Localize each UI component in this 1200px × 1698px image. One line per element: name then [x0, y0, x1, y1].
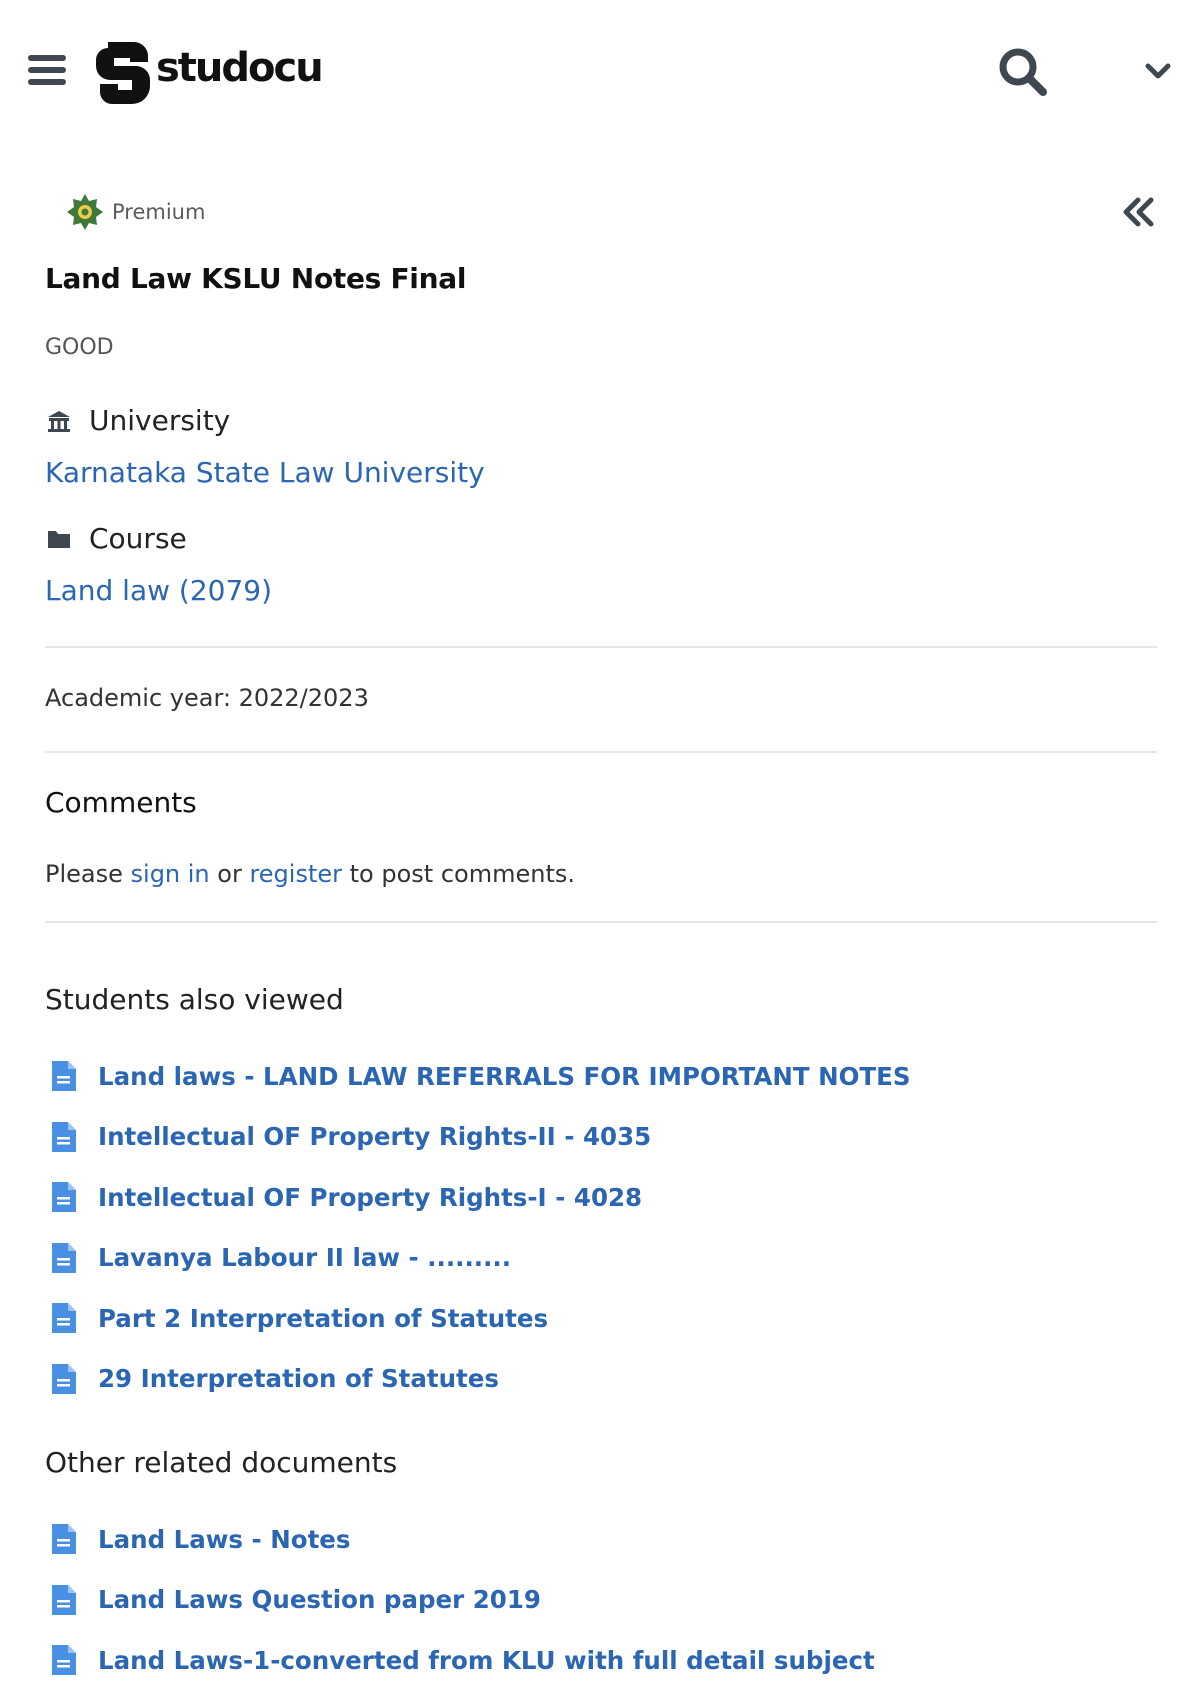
- comments-suffix: to post comments.: [342, 860, 575, 888]
- document-icon: [52, 1645, 76, 1676]
- chevron-down-icon[interactable]: [1140, 56, 1176, 86]
- studocu-logo[interactable]: studocu: [92, 38, 324, 104]
- studocu-logo-icon: [96, 42, 150, 104]
- folder-icon: [48, 530, 70, 548]
- other-related-documents-heading: Other related documents: [45, 1446, 398, 1479]
- document-description: GOOD: [45, 335, 114, 360]
- premium-star-icon: [67, 194, 103, 230]
- document-icon: [52, 1061, 76, 1092]
- divider: [45, 921, 1157, 923]
- document-link[interactable]: Intellectual OF Property Rights-II - 403…: [98, 1122, 651, 1151]
- university-icon: [48, 410, 70, 432]
- divider: [45, 646, 1157, 648]
- list-item[interactable]: 29 Interpretation of Statutes: [50, 1349, 1150, 1410]
- university-link[interactable]: Karnataka State Law University: [45, 456, 485, 489]
- course-row: Course: [45, 522, 187, 555]
- students-also-viewed-list: Land laws - LAND LAW REFERRALS FOR IMPOR…: [50, 1046, 1150, 1409]
- list-item[interactable]: Intellectual OF Property Rights-II - 403…: [50, 1107, 1150, 1168]
- sign-in-link[interactable]: sign in: [131, 860, 210, 888]
- students-also-viewed-heading: Students also viewed: [45, 983, 344, 1016]
- document-icon: [52, 1182, 76, 1213]
- document-icon: [52, 1303, 76, 1334]
- academic-year: Academic year: 2022/2023: [45, 684, 369, 712]
- university-label: University: [89, 404, 231, 437]
- list-item[interactable]: Land Laws Question paper 2019: [50, 1570, 1150, 1631]
- list-item[interactable]: Intellectual OF Property Rights-I - 4028: [50, 1167, 1150, 1228]
- list-item[interactable]: Land Laws - Notes: [50, 1509, 1150, 1570]
- document-icon: [52, 1121, 76, 1152]
- document-icon: [52, 1524, 76, 1555]
- register-link[interactable]: register: [249, 860, 342, 888]
- menu-icon[interactable]: [28, 52, 66, 88]
- document-link[interactable]: Land laws - LAND LAW REFERRALS FOR IMPOR…: [98, 1062, 911, 1091]
- comments-heading: Comments: [45, 786, 197, 819]
- document-link[interactable]: Part 2 Interpretation of Statutes: [98, 1304, 548, 1333]
- document-link[interactable]: Intellectual OF Property Rights-I - 4028: [98, 1183, 642, 1212]
- university-row: University: [45, 404, 230, 437]
- collapse-sidebar-icon[interactable]: [1118, 192, 1158, 232]
- document-title: Land Law KSLU Notes Final: [45, 262, 467, 295]
- document-icon: [52, 1242, 76, 1273]
- document-link[interactable]: 29 Interpretation of Statutes: [98, 1364, 499, 1393]
- search-icon[interactable]: [995, 44, 1051, 100]
- comments-middle: or: [209, 860, 250, 888]
- list-item[interactable]: Land laws - LAND LAW REFERRALS FOR IMPOR…: [50, 1046, 1150, 1107]
- comments-prompt: Please sign in or register to post comme…: [45, 860, 575, 888]
- divider: [45, 751, 1157, 753]
- list-item[interactable]: Lavanya Labour II law - .........: [50, 1228, 1150, 1289]
- document-icon: [52, 1584, 76, 1615]
- list-item[interactable]: Part 2 Interpretation of Statutes: [50, 1288, 1150, 1349]
- other-related-documents-list: Land Laws - Notes Land Laws Question pap…: [50, 1509, 1150, 1691]
- premium-badge: Premium: [66, 192, 205, 232]
- comments-prefix: Please: [45, 860, 131, 888]
- course-link[interactable]: Land law (2079): [45, 574, 272, 607]
- document-link[interactable]: Land Laws Question paper 2019: [98, 1585, 541, 1614]
- list-item[interactable]: Land Laws-1-converted from KLU with full…: [50, 1630, 1150, 1691]
- document-icon: [52, 1363, 76, 1394]
- document-link[interactable]: Lavanya Labour II law - .........: [98, 1243, 511, 1272]
- premium-label: Premium: [112, 200, 206, 224]
- course-label: Course: [89, 522, 187, 555]
- document-link[interactable]: Land Laws-1-converted from KLU with full…: [98, 1646, 875, 1675]
- document-link[interactable]: Land Laws - Notes: [98, 1525, 351, 1554]
- top-bar: studocu: [0, 0, 1200, 140]
- logo-wordmark: studocu: [156, 45, 324, 91]
